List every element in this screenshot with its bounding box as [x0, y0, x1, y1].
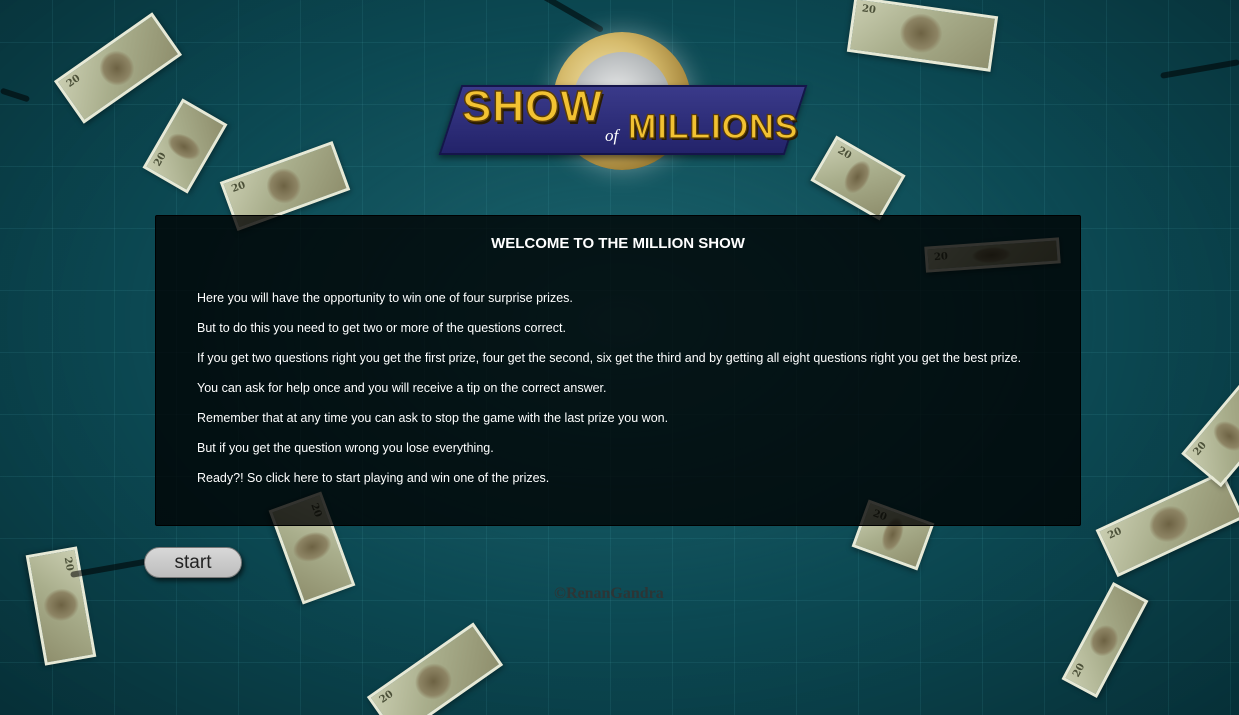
intro-title: WELCOME TO THE MILLION SHOW	[491, 235, 745, 252]
intro-panel: WELCOME TO THE MILLION SHOW Here you wil…	[155, 215, 1081, 526]
dollar-bill-decoration	[25, 546, 97, 666]
intro-line: Here you will have the opportunity to wi…	[197, 291, 573, 305]
show-of-millions-logo: SHOW of MILLIONS	[438, 30, 808, 180]
dollar-bill-decoration	[1061, 582, 1149, 698]
dollar-bill-decoration	[1181, 384, 1239, 488]
dollar-bill-decoration	[366, 622, 504, 715]
logo-show-text: SHOW	[461, 81, 603, 132]
intro-line: But if you get the question wrong you lo…	[197, 441, 494, 455]
dollar-bill-decoration	[846, 0, 999, 72]
intro-line: If you get two questions right you get t…	[197, 351, 1022, 365]
motion-streak-decoration	[1160, 59, 1239, 79]
intro-start-hint[interactable]: Ready?! So click here to start playing a…	[197, 471, 1021, 486]
logo-of-text: of	[605, 126, 619, 145]
intro-rules-list: Here you will have the opportunity to wi…	[197, 291, 1021, 501]
intro-line: You can ask for help once and you will r…	[197, 381, 607, 395]
intro-line: But to do this you need to get two or mo…	[197, 321, 566, 335]
start-button[interactable]: start	[144, 547, 242, 578]
motion-streak-decoration	[70, 558, 150, 578]
logo-millions-text: MILLIONS	[627, 107, 799, 146]
motion-streak-decoration	[0, 87, 31, 103]
dollar-bill-decoration	[1095, 470, 1239, 578]
motion-streak-decoration	[505, 0, 605, 34]
dollar-bill-decoration	[810, 135, 906, 221]
copyright-text: ©RenanGandra	[554, 585, 664, 602]
intro-line: Remember that at any time you can ask to…	[197, 411, 669, 425]
dollar-bill-decoration	[53, 12, 183, 124]
dollar-bill-decoration	[142, 98, 228, 194]
